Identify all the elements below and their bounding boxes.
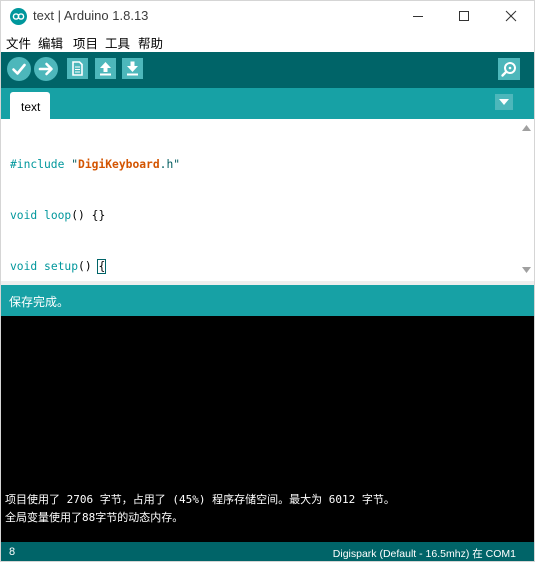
- tab-menu-button[interactable]: [495, 94, 513, 110]
- arduino-ide-window: text | Arduino 1.8.13 文件 编辑 项目 工具 帮助 tex…: [0, 0, 535, 562]
- save-sketch-button[interactable]: [122, 58, 143, 79]
- code-line: void loop() {}: [10, 209, 106, 222]
- console-line: 项目使用了 2706 字节，占用了 (45%) 程序存储空间。最大为 6012 …: [5, 493, 395, 506]
- menu-edit[interactable]: 编辑: [38, 33, 63, 52]
- console-line: 全局变量使用了88字节的动态内存。: [5, 511, 184, 524]
- serial-monitor-button[interactable]: [498, 58, 520, 80]
- menu-bar: 文件 编辑 项目 工具 帮助: [1, 31, 534, 52]
- maximize-icon: [459, 11, 469, 21]
- line-number: 8: [9, 546, 16, 558]
- editor-vertical-scrollbar[interactable]: [519, 119, 534, 281]
- menu-file[interactable]: 文件: [6, 33, 31, 52]
- toolbar: [1, 52, 534, 88]
- upload-button[interactable]: [34, 57, 58, 81]
- title-bar[interactable]: text | Arduino 1.8.13: [1, 1, 534, 31]
- arrow-down-icon: [127, 61, 138, 76]
- maximize-button[interactable]: [441, 1, 487, 31]
- arduino-logo-icon: [10, 8, 27, 25]
- arrow-right-icon: [38, 62, 53, 76]
- code-line: void setup() {: [10, 259, 107, 274]
- open-sketch-button[interactable]: [95, 58, 116, 79]
- menu-help[interactable]: 帮助: [138, 33, 163, 52]
- tab-text[interactable]: text: [10, 92, 50, 119]
- menu-tools[interactable]: 工具: [105, 33, 130, 52]
- window-title: text | Arduino 1.8.13: [33, 8, 149, 23]
- close-icon: [505, 10, 517, 22]
- checkmark-icon: [12, 63, 26, 75]
- new-file-icon: [72, 61, 83, 76]
- scroll-up-icon: [522, 125, 531, 131]
- magnifier-icon: [501, 62, 516, 77]
- tab-label: text: [21, 100, 41, 114]
- menu-sketch[interactable]: 项目: [73, 33, 98, 52]
- new-sketch-button[interactable]: [67, 58, 88, 79]
- close-button[interactable]: [488, 1, 534, 31]
- minimize-icon: [413, 16, 423, 17]
- tab-bar: text: [1, 88, 534, 119]
- status-message: 保存完成。: [9, 295, 70, 309]
- arrow-up-icon: [100, 62, 111, 76]
- output-console[interactable]: 项目使用了 2706 字节，占用了 (45%) 程序存储空间。最大为 6012 …: [1, 316, 534, 542]
- code-line: #include "DigiKeyboard.h": [10, 158, 181, 171]
- board-port-info: Digispark (Default - 16.5mhz) 在 COM1: [332, 548, 516, 560]
- bottom-status-bar: 8 Digispark (Default - 16.5mhz) 在 COM1: [1, 542, 534, 561]
- triangle-down-icon: [499, 99, 509, 105]
- code-editor[interactable]: #include "DigiKeyboard.h" void loop() {}…: [1, 119, 534, 528]
- verify-button[interactable]: [7, 57, 31, 81]
- scroll-down-icon: [522, 267, 531, 273]
- minimize-button[interactable]: [395, 1, 441, 31]
- message-area: 保存完成。: [1, 285, 534, 316]
